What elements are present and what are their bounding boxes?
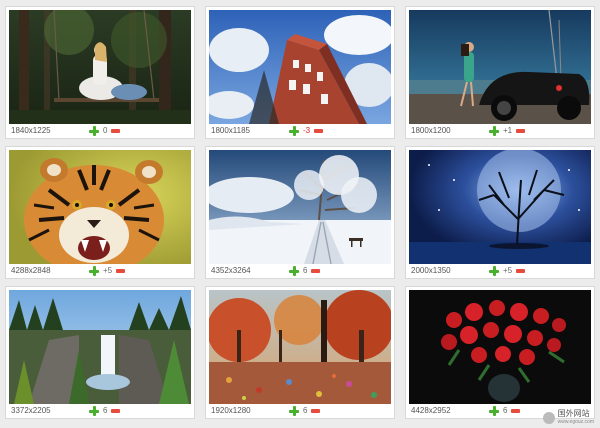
- minus-icon[interactable]: [311, 409, 321, 413]
- watermark-text: 国外网站 www.egouz.com: [558, 410, 594, 426]
- forest-swing-photo[interactable]: [9, 10, 191, 124]
- minus-icon[interactable]: [511, 409, 521, 413]
- image-meta: 1840x1225 0: [9, 124, 191, 138]
- plus-icon[interactable]: [489, 406, 499, 416]
- tower-sky-photo[interactable]: [209, 10, 391, 124]
- vote-controls: +1: [489, 124, 526, 138]
- image-card[interactable]: 3372x2205 6: [5, 286, 195, 419]
- image-meta: 3372x2205 6: [9, 404, 191, 418]
- vote-score: 6: [103, 406, 108, 415]
- vote-score: 6: [303, 406, 308, 415]
- minus-icon[interactable]: [516, 269, 526, 273]
- vote-controls: 0: [89, 124, 121, 138]
- vote-score: 6: [503, 406, 508, 415]
- vote-score: 6: [303, 266, 308, 275]
- image-dimensions: 4428x2952: [411, 406, 451, 415]
- image-meta: 1800x1200 +1: [409, 124, 591, 138]
- image-card[interactable]: 1920x1280 6: [205, 286, 395, 419]
- image-card[interactable]: 1800x1185 -3: [205, 6, 395, 139]
- site-watermark: 国外网站 www.egouz.com: [542, 410, 594, 426]
- plus-icon[interactable]: [489, 266, 499, 276]
- plus-icon[interactable]: [89, 126, 99, 136]
- site-logo-icon: [542, 412, 555, 424]
- image-meta: 1800x1185 -3: [209, 124, 391, 138]
- plus-icon[interactable]: [289, 266, 299, 276]
- vote-score: +1: [503, 126, 513, 135]
- image-dimensions: 2000x1350: [411, 266, 451, 275]
- image-meta: 4352x3264 6: [209, 264, 391, 278]
- vote-controls: 6: [489, 404, 521, 418]
- image-dimensions: 3372x2205: [11, 406, 51, 415]
- vote-controls: +5: [489, 264, 526, 278]
- vote-score: -3: [303, 126, 311, 135]
- image-dimensions: 4288x2848: [11, 266, 51, 275]
- image-card[interactable]: 4352x3264 6: [205, 146, 395, 279]
- red-roses-photo[interactable]: [409, 290, 591, 404]
- image-dimensions: 1800x1185: [211, 126, 250, 135]
- vote-score: +5: [103, 266, 113, 275]
- woman-car-photo[interactable]: [409, 10, 591, 124]
- plus-icon[interactable]: [89, 266, 99, 276]
- autumn-park-photo[interactable]: [209, 290, 391, 404]
- minus-icon[interactable]: [314, 129, 324, 133]
- plus-icon[interactable]: [289, 406, 299, 416]
- watermark-title: 国外网站: [557, 409, 590, 418]
- image-dimensions: 4352x3264: [211, 266, 251, 275]
- vote-controls: +5: [89, 264, 126, 278]
- vote-controls: 6: [289, 404, 321, 418]
- tiger-photo[interactable]: [9, 150, 191, 264]
- minus-icon[interactable]: [516, 129, 526, 133]
- minus-icon[interactable]: [111, 129, 121, 133]
- minus-icon[interactable]: [311, 269, 321, 273]
- vote-controls: 6: [289, 264, 321, 278]
- image-dimensions: 1920x1280: [211, 406, 251, 415]
- image-card[interactable]: 4288x2848 +5: [5, 146, 195, 279]
- image-card[interactable]: 2000x1350 +5: [405, 146, 595, 279]
- image-grid: 1840x1225 0 1800x1185 -3 1800x1200 +1 42…: [0, 0, 600, 428]
- vote-score: +5: [503, 266, 513, 275]
- image-card[interactable]: 1840x1225 0: [5, 6, 195, 139]
- snow-road-photo[interactable]: [209, 150, 391, 264]
- waterfall-photo[interactable]: [9, 290, 191, 404]
- vote-controls: -3: [289, 124, 324, 138]
- plus-icon[interactable]: [89, 406, 99, 416]
- image-meta: 2000x1350 +5: [409, 264, 591, 278]
- image-meta: 1920x1280 6: [209, 404, 391, 418]
- vote-score: 0: [103, 126, 108, 135]
- minus-icon[interactable]: [116, 269, 126, 273]
- image-card[interactable]: 1800x1200 +1: [405, 6, 595, 139]
- image-card[interactable]: 4428x2952 6: [405, 286, 595, 419]
- image-dimensions: 1800x1200: [411, 126, 451, 135]
- moon-tree-photo[interactable]: [409, 150, 591, 264]
- image-meta: 4288x2848 +5: [9, 264, 191, 278]
- minus-icon[interactable]: [111, 409, 121, 413]
- plus-icon[interactable]: [289, 126, 299, 136]
- plus-icon[interactable]: [489, 126, 499, 136]
- vote-controls: 6: [89, 404, 121, 418]
- image-dimensions: 1840x1225: [11, 126, 51, 135]
- watermark-url: www.egouz.com: [557, 419, 594, 425]
